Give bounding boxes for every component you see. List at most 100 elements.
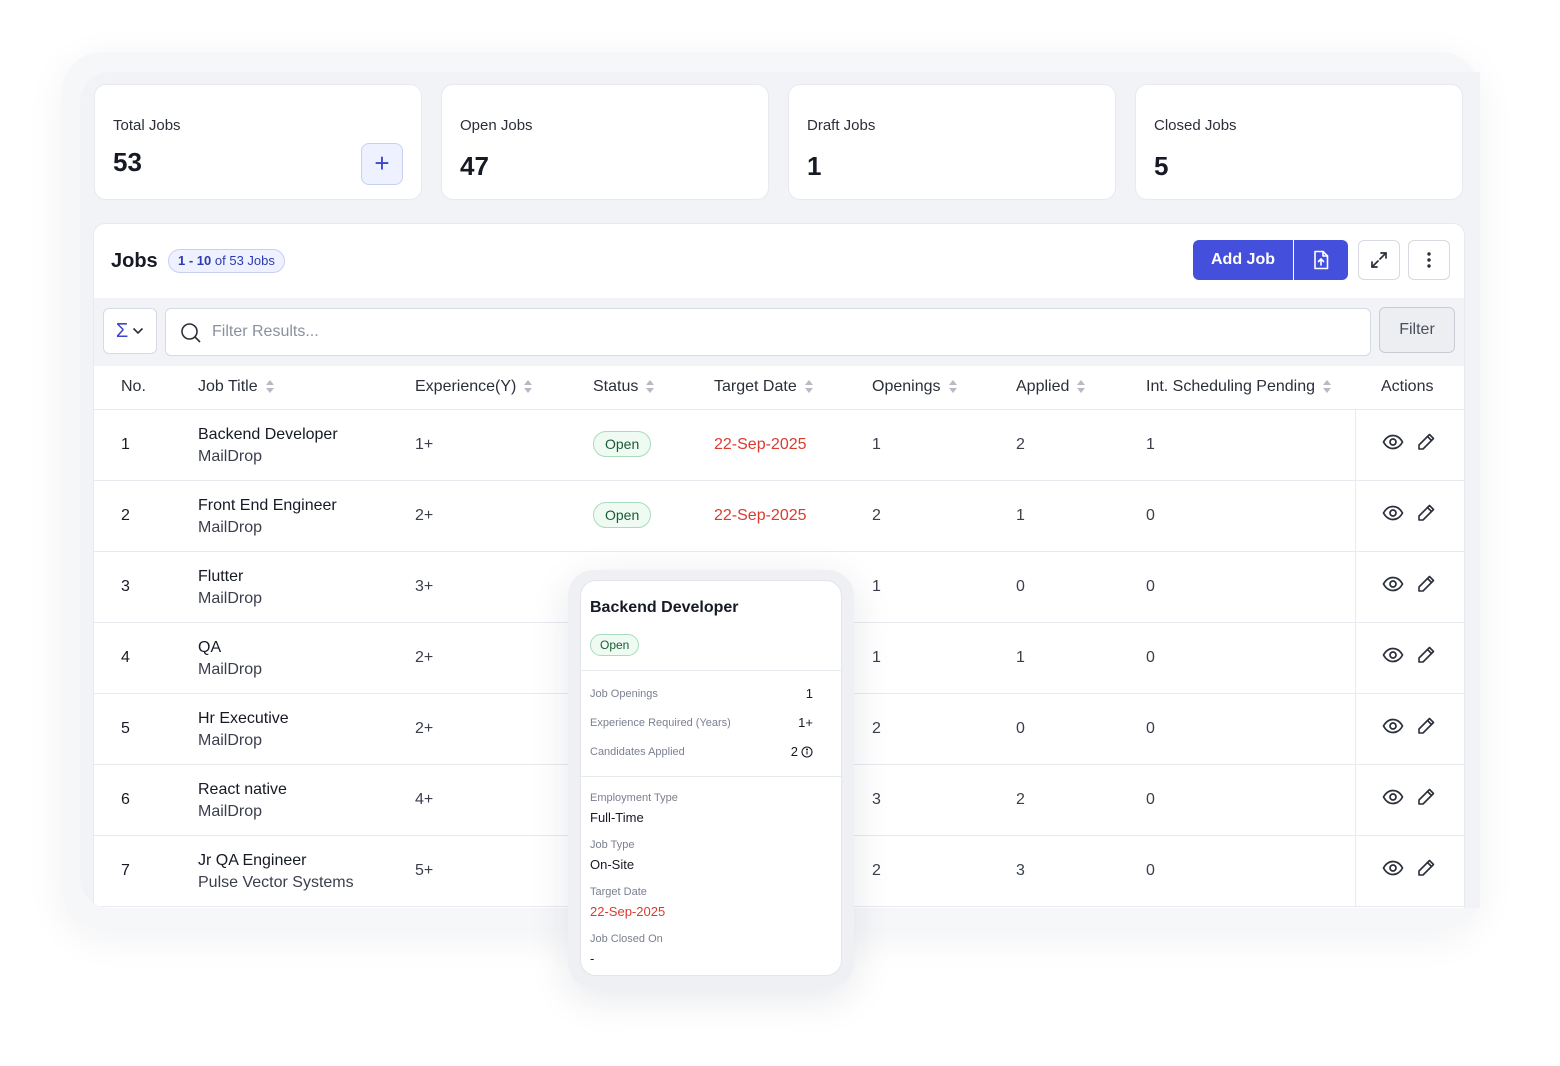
- job-title[interactable]: Hr Executive: [198, 708, 289, 730]
- actions-divider: [1355, 623, 1356, 693]
- company-name: MailDrop: [198, 519, 263, 536]
- employment-type-value: Full-Time: [590, 810, 644, 825]
- employment-type-label: Employment Type: [590, 792, 678, 804]
- applied-cell: 1: [1016, 649, 1025, 666]
- job-title[interactable]: Backend Developer: [198, 424, 338, 446]
- header-label: Int. Scheduling Pending: [1146, 378, 1316, 395]
- stat-value: 5: [1154, 151, 1169, 181]
- sort-icon[interactable]: [265, 380, 275, 394]
- openings-cell: 2: [872, 507, 881, 524]
- header-openings[interactable]: Openings: [872, 378, 958, 396]
- openings-cell: 2: [872, 862, 881, 879]
- view-icon[interactable]: [1382, 505, 1404, 526]
- sort-icon[interactable]: [948, 380, 958, 394]
- jobs-title: Jobs: [111, 250, 158, 272]
- actions-divider: [1355, 836, 1356, 906]
- aggregate-dropdown[interactable]: Σ: [103, 308, 157, 354]
- stat-card-total-jobs: Total Jobs 53 +: [94, 84, 422, 200]
- sort-icon[interactable]: [646, 380, 655, 394]
- view-icon[interactable]: [1382, 647, 1404, 668]
- applied-cell: 2: [1016, 791, 1025, 808]
- add-job-plus-button[interactable]: +: [361, 143, 403, 185]
- upload-jobs-button[interactable]: [1294, 240, 1348, 280]
- experience-cell: 5+: [415, 862, 434, 879]
- sort-icon[interactable]: [804, 380, 814, 394]
- row-number: 4: [121, 649, 130, 666]
- candidates-applied-label: Candidates Applied: [590, 746, 685, 758]
- header-label: Experience(Y): [415, 378, 517, 395]
- target-date-cell: 22-Sep-2025: [714, 436, 807, 453]
- experience-required-value: 1+: [798, 715, 813, 730]
- job-title-cell: Flutter MailDrop: [198, 566, 262, 610]
- stat-card-open-jobs: Open Jobs 47: [441, 84, 769, 200]
- job-openings-label: Job Openings: [590, 688, 658, 700]
- add-job-button[interactable]: Add Job: [1193, 240, 1293, 280]
- edit-icon[interactable]: [1416, 503, 1436, 528]
- applied-cell: 3: [1016, 862, 1025, 879]
- filter-button[interactable]: Filter: [1379, 307, 1455, 353]
- table-header: No. Job Title Experience(Y) Status Targe…: [94, 366, 1464, 410]
- header-applied[interactable]: Applied: [1016, 378, 1086, 396]
- target-date-cell: 22-Sep-2025: [714, 507, 807, 524]
- sort-icon[interactable]: [1077, 380, 1086, 394]
- header-job-title[interactable]: Job Title: [198, 378, 275, 396]
- more-options-button[interactable]: [1408, 240, 1450, 280]
- more-vertical-icon: [1427, 252, 1431, 268]
- info-icon[interactable]: [801, 745, 813, 758]
- actions-divider: [1355, 765, 1356, 835]
- value-text: 1: [805, 686, 813, 701]
- applied-cell: 2: [1016, 436, 1025, 453]
- int-scheduling-cell: 0: [1146, 578, 1155, 595]
- expand-button[interactable]: [1358, 240, 1400, 280]
- job-title[interactable]: React native: [198, 779, 287, 801]
- view-icon[interactable]: [1382, 434, 1404, 455]
- job-title[interactable]: Jr QA Engineer: [198, 850, 354, 872]
- sort-icon[interactable]: [524, 380, 533, 394]
- stat-label: Open Jobs: [460, 117, 533, 134]
- row-number: 7: [121, 862, 130, 879]
- view-icon[interactable]: [1382, 789, 1404, 810]
- job-title[interactable]: Front End Engineer: [198, 495, 337, 517]
- header-actions: Actions: [1381, 378, 1433, 396]
- edit-icon[interactable]: [1416, 716, 1436, 741]
- experience-cell: 4+: [415, 791, 434, 808]
- jobs-header: Jobs 1 - 10 of 53 Jobs Add Job: [94, 224, 1464, 298]
- table-row[interactable]: 1 Backend Developer MailDrop 1+ Open 22-Sep-2…: [94, 410, 1464, 481]
- expand-icon: [1371, 252, 1387, 268]
- search-input[interactable]: [212, 309, 1352, 355]
- table-row[interactable]: 2 Front End Engineer MailDrop 2+ Open 22-Sep-…: [94, 481, 1464, 552]
- candidates-applied-value: 2: [791, 744, 813, 759]
- actions-divider: [1355, 552, 1356, 622]
- header-status[interactable]: Status: [593, 378, 655, 396]
- company-name: MailDrop: [198, 448, 263, 465]
- experience-cell: 2+: [415, 507, 434, 524]
- edit-icon[interactable]: [1416, 645, 1436, 670]
- header-target-date[interactable]: Target Date: [714, 378, 814, 396]
- job-title[interactable]: Flutter: [198, 566, 262, 588]
- int-scheduling-cell: 0: [1146, 649, 1155, 666]
- badge-total: 53 Jobs: [229, 253, 275, 268]
- search-box: [165, 308, 1371, 356]
- header-experience[interactable]: Experience(Y): [415, 378, 533, 396]
- edit-icon[interactable]: [1416, 787, 1436, 812]
- stat-card-draft-jobs: Draft Jobs 1: [788, 84, 1116, 200]
- job-title[interactable]: QA: [198, 637, 262, 659]
- company-name: MailDrop: [198, 803, 263, 820]
- header-label: Openings: [872, 378, 941, 395]
- edit-icon[interactable]: [1416, 858, 1436, 883]
- edit-icon[interactable]: [1416, 432, 1436, 457]
- int-scheduling-cell: 0: [1146, 720, 1155, 737]
- experience-cell: 1+: [415, 436, 434, 453]
- view-icon[interactable]: [1382, 576, 1404, 597]
- row-number: 1: [121, 436, 130, 453]
- stat-label: Closed Jobs: [1154, 117, 1237, 134]
- view-icon[interactable]: [1382, 718, 1404, 739]
- sort-icon[interactable]: [1323, 380, 1332, 394]
- stat-card-closed-jobs: Closed Jobs 5: [1135, 84, 1463, 200]
- edit-icon[interactable]: [1416, 574, 1436, 599]
- job-title-cell: React native MailDrop: [198, 779, 287, 823]
- view-icon[interactable]: [1382, 860, 1404, 881]
- job-type-label: Job Type: [590, 839, 635, 851]
- int-scheduling-cell: 0: [1146, 791, 1155, 808]
- header-int-scheduling[interactable]: Int. Scheduling Pending: [1146, 378, 1332, 396]
